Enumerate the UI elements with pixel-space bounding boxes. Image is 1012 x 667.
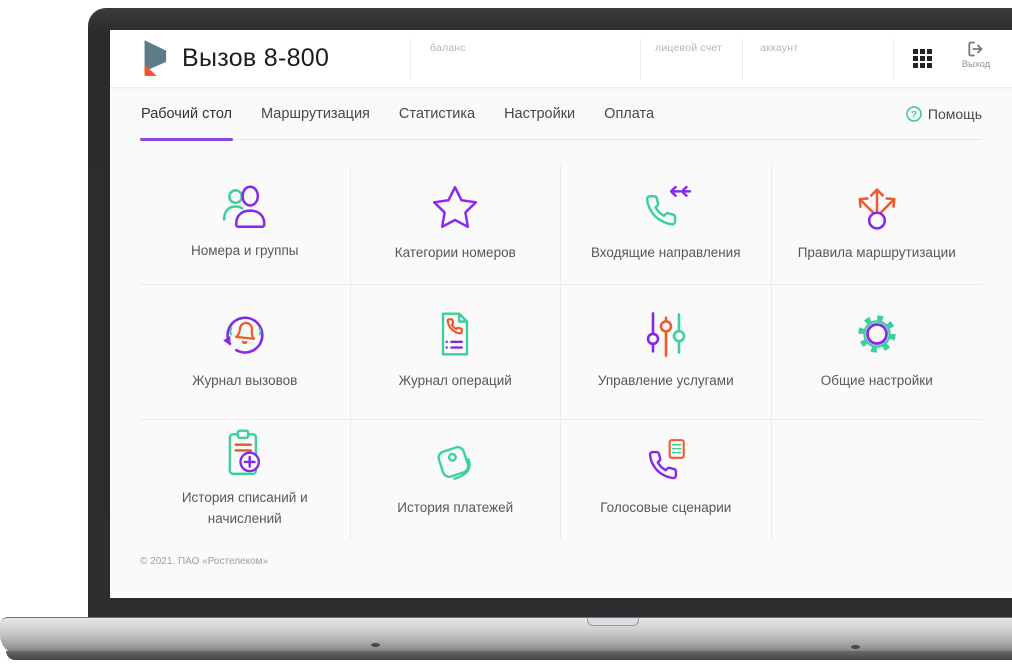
laptop-base-edge xyxy=(6,651,1012,660)
vyzov-ribbon-logo[interactable] xyxy=(138,39,168,79)
logout-label: Выход xyxy=(961,59,991,70)
voice-script-icon xyxy=(648,439,685,480)
users-icon xyxy=(222,184,266,228)
laptop-base xyxy=(0,617,1012,655)
operations-log-icon xyxy=(442,312,469,356)
tab-rabochiy-stol[interactable]: Рабочий стол xyxy=(140,89,234,141)
tile-label: Журнал операций xyxy=(398,373,512,389)
laptop-foot xyxy=(371,643,380,647)
tile-label: Входящие направления xyxy=(590,244,741,260)
tab-oplata[interactable]: Оплата xyxy=(603,89,655,139)
tab-statistika[interactable]: Статистика xyxy=(398,89,476,139)
laptop-foot xyxy=(851,645,860,649)
routing-arrows-icon xyxy=(858,187,896,230)
svg-text:?: ? xyxy=(911,109,917,120)
balance-field-label: баланс xyxy=(430,42,466,54)
personal-account-field-label: лицевой счет xyxy=(655,42,723,54)
app-window: Вызов 8-800 баланс лицевой счет аккаунт xyxy=(110,30,1012,598)
call-log-icon xyxy=(222,316,264,354)
sliders-icon xyxy=(646,312,686,357)
tile-label: История списаний и начислений xyxy=(181,489,308,526)
wallet-icon xyxy=(437,446,471,480)
main-nav-tabs: Рабочий стол Маршрутизация Статистика На… xyxy=(140,88,982,141)
logout-button[interactable]: Выход xyxy=(948,41,1004,70)
tile-service-management[interactable]: Управление услугами xyxy=(561,285,772,420)
clipboard-plus-icon xyxy=(228,429,260,475)
tile-label: История платежей xyxy=(397,500,514,516)
tile-payment-history[interactable]: История платежей xyxy=(351,420,561,540)
tile-incoming-directions[interactable]: Входящие направления xyxy=(561,165,772,285)
tile-call-log[interactable]: Журнал вызовов xyxy=(140,285,351,420)
dashboard-tile-grid: Номера и группы Категории номеров Входящ… xyxy=(140,165,982,540)
gear-icon xyxy=(858,315,896,353)
tile-label: Номера и группы xyxy=(191,242,299,258)
tile-number-categories[interactable]: Категории номеров xyxy=(350,165,561,285)
tab-nastroyki[interactable]: Настройки xyxy=(503,89,576,139)
tile-label: Правила маршрутизации xyxy=(797,244,956,260)
logout-icon xyxy=(968,41,983,57)
tile-routing-rules[interactable]: Правила маршрутизации xyxy=(771,165,982,285)
tile-general-settings[interactable]: Общие настройки xyxy=(771,285,982,420)
tile-label: Журнал вызовов xyxy=(192,373,298,389)
tile-label: Голосовые сценарии xyxy=(600,500,732,516)
header-divider xyxy=(742,39,743,80)
tile-label: Управление услугами xyxy=(597,373,734,389)
tile-empty-cell xyxy=(772,420,983,540)
app-title: Вызов 8-800 xyxy=(182,44,330,72)
account-field-label: аккаунт xyxy=(760,42,799,54)
tile-charges-history[interactable]: История списаний и начислений xyxy=(140,420,351,540)
tile-label: Общие настройки xyxy=(820,373,933,389)
help-link[interactable]: ? Помощь xyxy=(906,106,982,122)
tile-voice-scenarios[interactable]: Голосовые сценарии xyxy=(561,420,772,540)
header-divider xyxy=(893,39,894,80)
help-question-icon: ? xyxy=(906,105,922,122)
star-icon xyxy=(433,185,478,228)
laptop-mockup: Вызов 8-800 баланс лицевой счет аккаунт xyxy=(0,0,1012,667)
tile-operations-log[interactable]: Журнал операций xyxy=(350,285,561,420)
apps-grid-icon[interactable] xyxy=(913,49,932,68)
header-divider xyxy=(640,39,641,80)
tile-label: Категории номеров xyxy=(394,244,516,260)
help-label: Помощь xyxy=(927,105,982,122)
tab-marshrutizaciya[interactable]: Маршрутизация xyxy=(260,89,371,139)
copyright-text: © 2021. ПАО «Ростелеком» xyxy=(140,556,269,567)
app-header: Вызов 8-800 баланс лицевой счет аккаунт xyxy=(110,30,1012,88)
dashboard-content: Рабочий стол Маршрутизация Статистика На… xyxy=(110,88,1012,598)
incoming-call-icon xyxy=(645,185,691,226)
header-divider xyxy=(410,39,411,80)
tile-numbers-and-groups[interactable]: Номера и группы xyxy=(140,165,351,285)
laptop-latch-notch xyxy=(587,618,639,626)
